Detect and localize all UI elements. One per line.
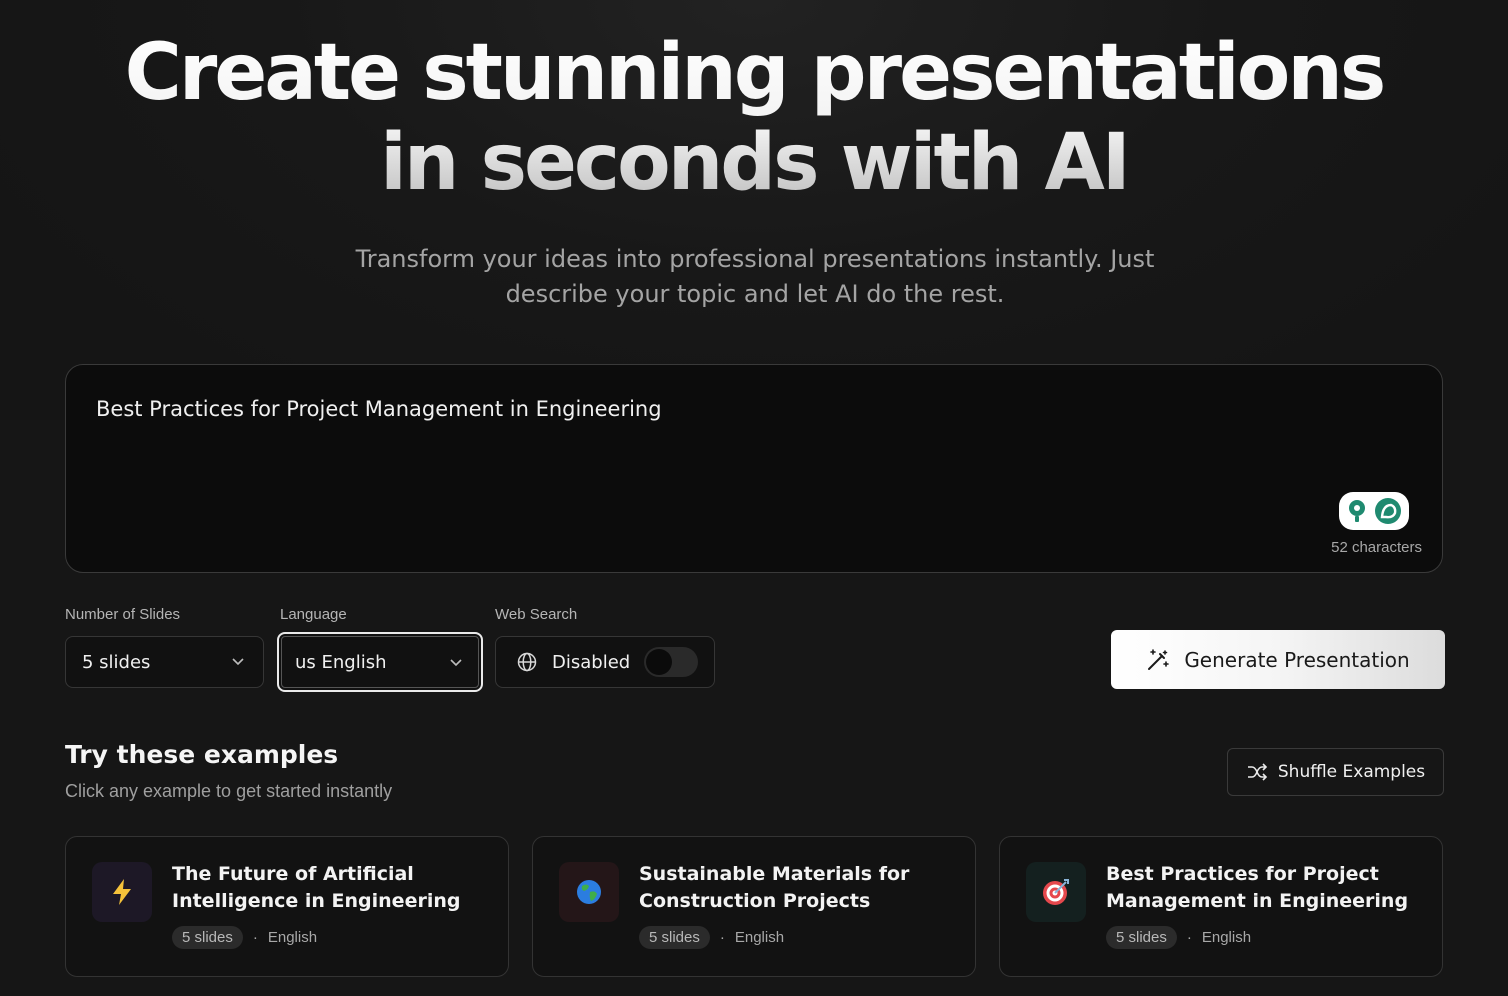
example-meta: 5 slides · English	[1106, 926, 1251, 949]
example-icon-tile	[559, 862, 619, 922]
example-card-ai-engineering[interactable]: The Future of Artificial Intelligence in…	[65, 836, 509, 977]
toggle-knob	[646, 649, 673, 675]
slides-count-label: Number of Slides	[65, 606, 181, 623]
hero-title-line-1: Create stunning presentations	[124, 28, 1384, 118]
magic-wand-icon	[1148, 648, 1170, 670]
slides-badge: 5 slides	[1106, 926, 1177, 949]
example-title: Sustainable Materials for Construction P…	[639, 863, 910, 912]
web-search-toggle[interactable]	[644, 647, 699, 677]
language-label: Language	[280, 606, 347, 623]
example-meta: 5 slides · English	[639, 926, 784, 949]
chat-bubble-icon	[1375, 498, 1401, 524]
language-select[interactable]: us English	[277, 632, 483, 692]
example-language: English	[734, 929, 785, 946]
language-value: us English	[295, 651, 387, 673]
examples-subheading: Click any example to get started instant…	[65, 781, 393, 801]
example-language: English	[1201, 929, 1252, 946]
hero-subtitle-line-2: describe your topic and let AI do the re…	[505, 280, 1005, 308]
example-icon-tile	[1026, 862, 1086, 922]
globe-icon	[517, 652, 537, 672]
topic-prompt-textarea[interactable]: Best Practices for Project Management in…	[65, 364, 1443, 573]
lightning-icon	[113, 879, 131, 905]
web-search-label: Web Search	[495, 606, 578, 623]
hero-subtitle-line-1: Transform your ideas into professional p…	[355, 245, 1155, 273]
topic-prompt-value: Best Practices for Project Management in…	[96, 397, 662, 421]
lightbulb-icon	[1349, 500, 1365, 522]
generate-presentation-button[interactable]: Generate Presentation	[1111, 630, 1445, 689]
web-search-status: Disabled	[552, 651, 631, 673]
grammar-assistant-widget[interactable]	[1339, 492, 1409, 530]
example-card-project-management[interactable]: Best Practices for Project Management in…	[999, 836, 1443, 977]
slides-badge: 5 slides	[172, 926, 243, 949]
meta-separator: ·	[1186, 929, 1192, 946]
web-search-control: Disabled	[495, 636, 715, 688]
example-meta: 5 slides · English	[172, 926, 317, 949]
shuffle-icon	[1247, 763, 1268, 781]
slides-badge: 5 slides	[639, 926, 710, 949]
character-count: 52 characters	[1331, 539, 1422, 556]
hero-title: Create stunning presentations in seconds…	[0, 28, 1508, 208]
target-icon	[1043, 879, 1069, 905]
hero-subtitle: Transform your ideas into professional p…	[330, 242, 1180, 312]
slides-count-value: 5 slides	[82, 651, 151, 673]
shuffle-examples-label: Shuffle Examples	[1277, 762, 1426, 782]
example-title: The Future of Artificial Intelligence in…	[172, 863, 461, 912]
example-icon-tile	[92, 862, 152, 922]
meta-separator: ·	[719, 929, 725, 946]
shuffle-examples-button[interactable]: Shuffle Examples	[1227, 748, 1444, 796]
generate-button-label: Generate Presentation	[1184, 647, 1410, 672]
examples-heading: Try these examples	[65, 740, 339, 769]
chevron-down-icon	[450, 659, 462, 667]
slides-count-select[interactable]: 5 slides	[65, 636, 264, 688]
globe-emoji-icon	[577, 880, 601, 904]
chevron-down-icon	[232, 658, 244, 666]
example-title: Best Practices for Project Management in…	[1106, 863, 1409, 912]
example-language: English	[267, 929, 318, 946]
meta-separator: ·	[252, 929, 258, 946]
hero-title-line-2: in seconds with AI	[380, 118, 1128, 208]
example-card-sustainable-materials[interactable]: Sustainable Materials for Construction P…	[532, 836, 976, 977]
